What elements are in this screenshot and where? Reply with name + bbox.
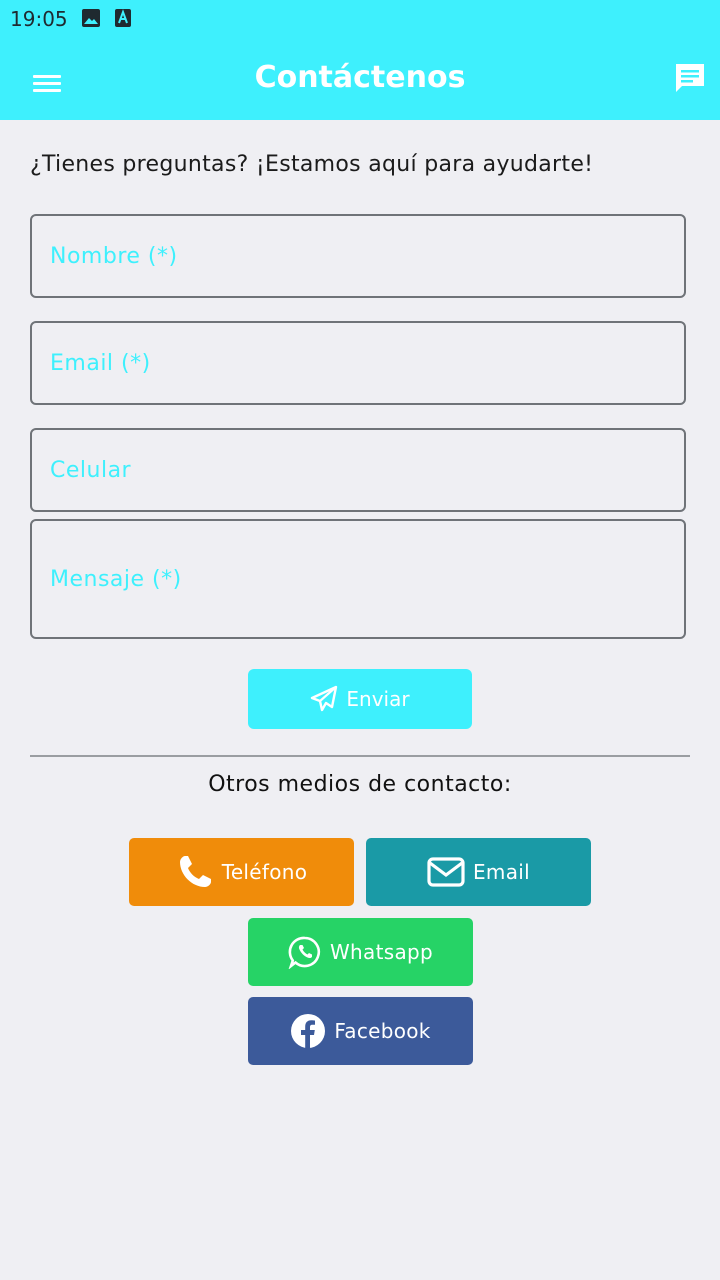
status-time: 19:05 bbox=[10, 7, 68, 31]
phone-button[interactable]: Teléfono bbox=[129, 838, 354, 906]
facebook-icon bbox=[291, 1014, 326, 1048]
image-icon bbox=[82, 9, 100, 27]
phone-button-label: Teléfono bbox=[221, 860, 308, 884]
envelope-icon bbox=[427, 857, 465, 887]
text-a-icon bbox=[115, 9, 131, 27]
email-field[interactable] bbox=[30, 321, 686, 405]
intro-text: ¿Tienes preguntas? ¡Estamos aquí para ay… bbox=[30, 152, 594, 177]
email-button-label: Email bbox=[473, 860, 530, 884]
whatsapp-button[interactable]: Whatsapp bbox=[248, 918, 473, 986]
message-field[interactable] bbox=[30, 519, 686, 639]
send-button[interactable]: Enviar bbox=[248, 669, 472, 729]
phone-icon bbox=[179, 856, 211, 887]
other-contacts-title: Otros medios de contacto: bbox=[208, 772, 512, 797]
status-bar: 19:05 bbox=[0, 0, 720, 38]
page-title: Contáctenos bbox=[254, 60, 466, 95]
divider bbox=[30, 755, 690, 757]
chat-icon[interactable] bbox=[674, 62, 706, 94]
whatsapp-button-label: Whatsapp bbox=[329, 940, 433, 964]
app-bar: Contáctenos bbox=[0, 38, 720, 120]
phone-field[interactable] bbox=[30, 428, 686, 512]
email-button[interactable]: Email bbox=[366, 838, 591, 906]
paper-plane-icon bbox=[311, 685, 338, 712]
name-field[interactable] bbox=[30, 214, 686, 298]
facebook-button-label: Facebook bbox=[334, 1019, 431, 1043]
send-button-label: Enviar bbox=[346, 687, 410, 711]
facebook-button[interactable]: Facebook bbox=[248, 997, 473, 1065]
whatsapp-icon bbox=[288, 936, 321, 969]
